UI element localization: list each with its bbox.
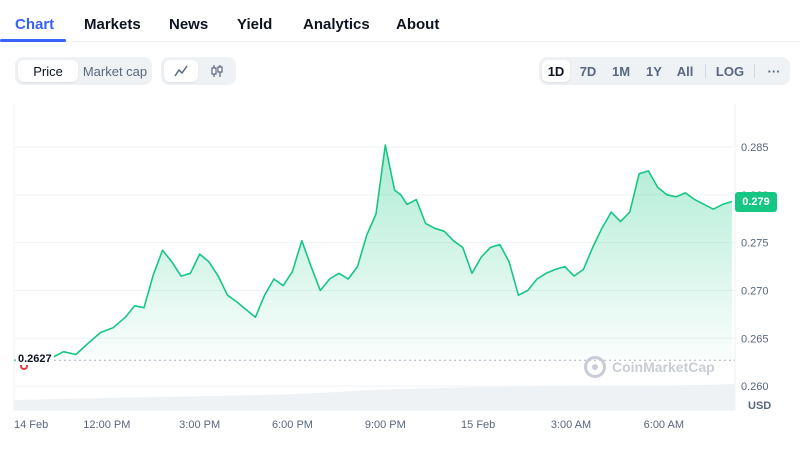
candlestick-button[interactable] xyxy=(200,60,234,82)
y-tick-label: 0.265 xyxy=(741,333,769,345)
range-divider xyxy=(705,64,706,78)
line-chart-icon xyxy=(174,65,188,77)
tab-chart[interactable]: Chart xyxy=(15,16,54,33)
range-all-button[interactable]: All xyxy=(671,60,699,82)
chart-style-toggle xyxy=(161,57,236,85)
y-tick-label: 0.260 xyxy=(741,381,769,393)
x-tick-label: 15 Feb xyxy=(461,419,495,431)
active-tab-indicator xyxy=(0,39,66,42)
y-tick-label: 0.270 xyxy=(741,285,769,297)
price-toggle-button[interactable]: Price xyxy=(18,60,78,82)
x-tick-label: 14 Feb xyxy=(14,419,48,431)
x-tick-label: 6:00 AM xyxy=(644,419,684,431)
x-tick-label: 3:00 PM xyxy=(179,419,220,431)
candlestick-icon xyxy=(211,65,223,77)
tab-yield[interactable]: Yield xyxy=(237,16,272,33)
range-1d-button[interactable]: 1D xyxy=(542,60,570,82)
tab-about[interactable]: About xyxy=(396,16,439,33)
more-options-button[interactable]: ··· xyxy=(761,60,787,82)
x-tick-label: 9:00 PM xyxy=(365,419,406,431)
tab-analytics[interactable]: Analytics xyxy=(303,16,370,33)
volume-area xyxy=(14,384,735,410)
open-price-label: 0.2627 xyxy=(16,353,54,366)
range-divider xyxy=(754,64,755,78)
x-tick-label: 3:00 AM xyxy=(551,419,591,431)
current-price-badge: 0.279 xyxy=(735,191,777,212)
range-selector: 1D 7D 1M 1Y All LOG ··· xyxy=(539,57,790,85)
range-1m-button[interactable]: 1M xyxy=(607,60,635,82)
market-cap-toggle-button[interactable]: Market cap xyxy=(81,60,149,82)
tab-markets[interactable]: Markets xyxy=(84,16,141,33)
price-chart[interactable]: 0.2850.2800.2750.2700.2650.26014 Feb12:0… xyxy=(0,96,800,436)
coinmarketcap-logo-icon xyxy=(584,356,606,378)
coinmarketcap-watermark: CoinMarketCap xyxy=(584,356,715,378)
watermark-text: CoinMarketCap xyxy=(612,359,715,375)
line-chart-button[interactable] xyxy=(164,60,198,82)
currency-label: USD xyxy=(748,400,772,412)
x-tick-label: 6:00 PM xyxy=(272,419,313,431)
tab-bar: Chart Markets News Yield Analytics About xyxy=(0,0,800,42)
y-tick-label: 0.275 xyxy=(741,238,769,250)
tab-news[interactable]: News xyxy=(169,16,208,33)
range-log-button[interactable]: LOG xyxy=(712,60,748,82)
price-chart-svg: 0.2850.2800.2750.2700.2650.26014 Feb12:0… xyxy=(13,104,769,431)
range-7d-button[interactable]: 7D xyxy=(574,60,602,82)
range-1y-button[interactable]: 1Y xyxy=(640,60,668,82)
price-area-fill xyxy=(14,145,732,361)
metric-toggle: Price Market cap xyxy=(15,57,152,85)
y-tick-label: 0.285 xyxy=(741,142,769,154)
x-tick-label: 12:00 PM xyxy=(83,419,130,431)
